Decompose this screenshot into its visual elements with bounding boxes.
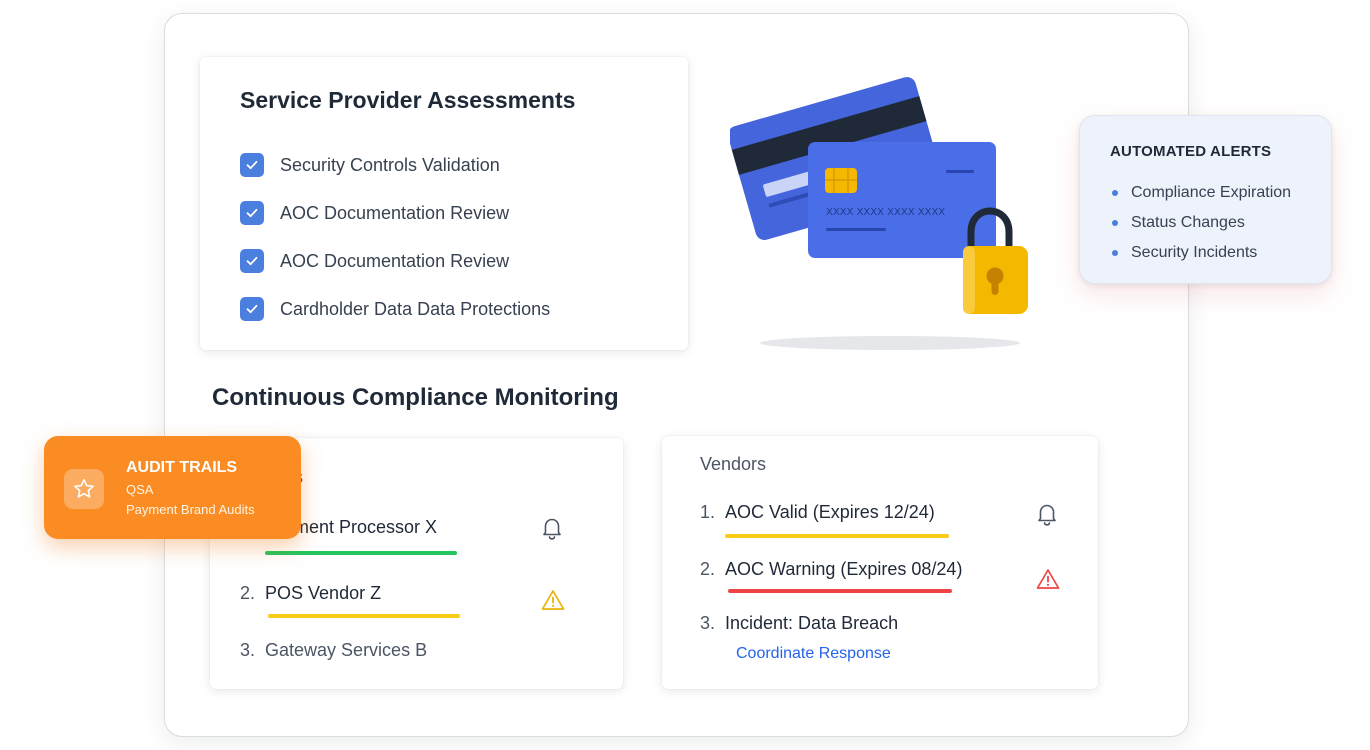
spa-item-label: Security Controls Validation [280,154,500,175]
spa-checklist: Security Controls Validation AOC Documen… [240,153,550,345]
warning-icon[interactable] [541,589,565,616]
row-label: ment Processor X [294,517,438,537]
alert-item-security-incidents: Security Incidents [1112,238,1291,268]
row-number: 2. [240,583,256,603]
star-icon [64,469,104,509]
alert-item-label: Security Incidents [1131,244,1258,261]
vendor-row[interactable]: 2. AOC Warning (Expires 08/24) [700,559,962,580]
alert-item-status-changes: Status Changes [1112,208,1291,238]
automated-alerts-title: AUTOMATED ALERTS [1110,143,1272,160]
status-underline-warning [725,534,949,538]
bell-icon[interactable] [1036,502,1058,531]
automated-alerts-list: Compliance Expiration Status Changes Sec… [1112,178,1291,268]
credit-card-lock-illustration: XXXX XXXX XXXX XXXX [727,60,1040,360]
bullet-icon [1112,220,1118,226]
coordinate-response-link[interactable]: Coordinate Response [736,645,891,663]
row-number: 1. [700,502,716,522]
card-number-text: XXXX XXXX XXXX XXXX [826,207,945,218]
continuous-compliance-monitoring-title: Continuous Compliance Monitoring [212,384,619,411]
monitoring-row[interactable]: 3. Gateway Services B [240,640,427,661]
spa-title: Service Provider Assessments [240,87,576,113]
bullet-icon [1112,190,1118,196]
spa-item-label: Cardholder Data Data Protections [280,298,551,319]
alert-item-label: Compliance Expiration [1131,184,1292,201]
checkbox-checked-icon[interactable] [240,249,264,273]
status-underline-alert [728,589,952,593]
automated-alerts-panel: AUTOMATED ALERTS Compliance Expiration S… [1079,115,1332,284]
row-label: POS Vendor Z [265,583,382,603]
row-number: 2. [700,559,716,579]
status-underline-warning [268,614,460,618]
row-label: Gateway Services B [265,640,428,660]
credit-card-lock-icon: XXXX XXXX XXXX XXXX [727,77,1028,350]
checkbox-checked-icon[interactable] [240,201,264,225]
spa-item-cardholder-data[interactable]: Cardholder Data Data Protections [240,297,550,321]
row-number: 3. [700,613,716,633]
row-label: Incident: Data Breach [725,613,899,633]
audit-trails-badge[interactable]: AUDIT TRAILS QSA Payment Brand Audits [44,436,301,539]
spa-item-label: AOC Documentation Review [280,250,510,271]
alert-item-compliance-expiration: Compliance Expiration [1112,178,1291,208]
bell-icon[interactable] [541,516,563,545]
vendor-row[interactable]: 3. Incident: Data Breach [700,613,898,634]
checkbox-checked-icon[interactable] [240,297,264,321]
spa-item-aoc-review[interactable]: AOC Documentation Review [240,201,550,225]
row-label: AOC Warning (Expires 08/24) [725,559,963,579]
vendor-row[interactable]: 1. AOC Valid (Expires 12/24) [700,502,935,523]
bullet-icon [1112,250,1118,256]
monitoring-row[interactable]: ment Processor X [294,517,437,538]
service-provider-assessments-card: Service Provider Assessments Security Co… [200,57,688,350]
monitoring-row[interactable]: 2. POS Vendor Z [240,583,381,604]
spa-item-aoc-review-2[interactable]: AOC Documentation Review [240,249,550,273]
audit-trails-title: AUDIT TRAILS [126,459,238,476]
checkbox-checked-icon[interactable] [240,153,264,177]
audit-trails-line-brand: Payment Brand Audits [126,502,255,517]
row-label: AOC Valid (Expires 12/24) [725,502,935,522]
monitoring-card-vendors: Vendors 1. AOC Valid (Expires 12/24) 2. … [662,436,1098,689]
spa-item-security-controls[interactable]: Security Controls Validation [240,153,550,177]
warning-icon[interactable] [1036,568,1060,595]
spa-item-label: AOC Documentation Review [280,202,510,223]
vendors-heading: Vendors [700,454,767,474]
audit-trails-line-qsa: QSA [126,482,154,497]
alert-item-label: Status Changes [1131,214,1245,231]
row-number: 3. [240,640,256,660]
status-underline-ok [265,551,457,555]
